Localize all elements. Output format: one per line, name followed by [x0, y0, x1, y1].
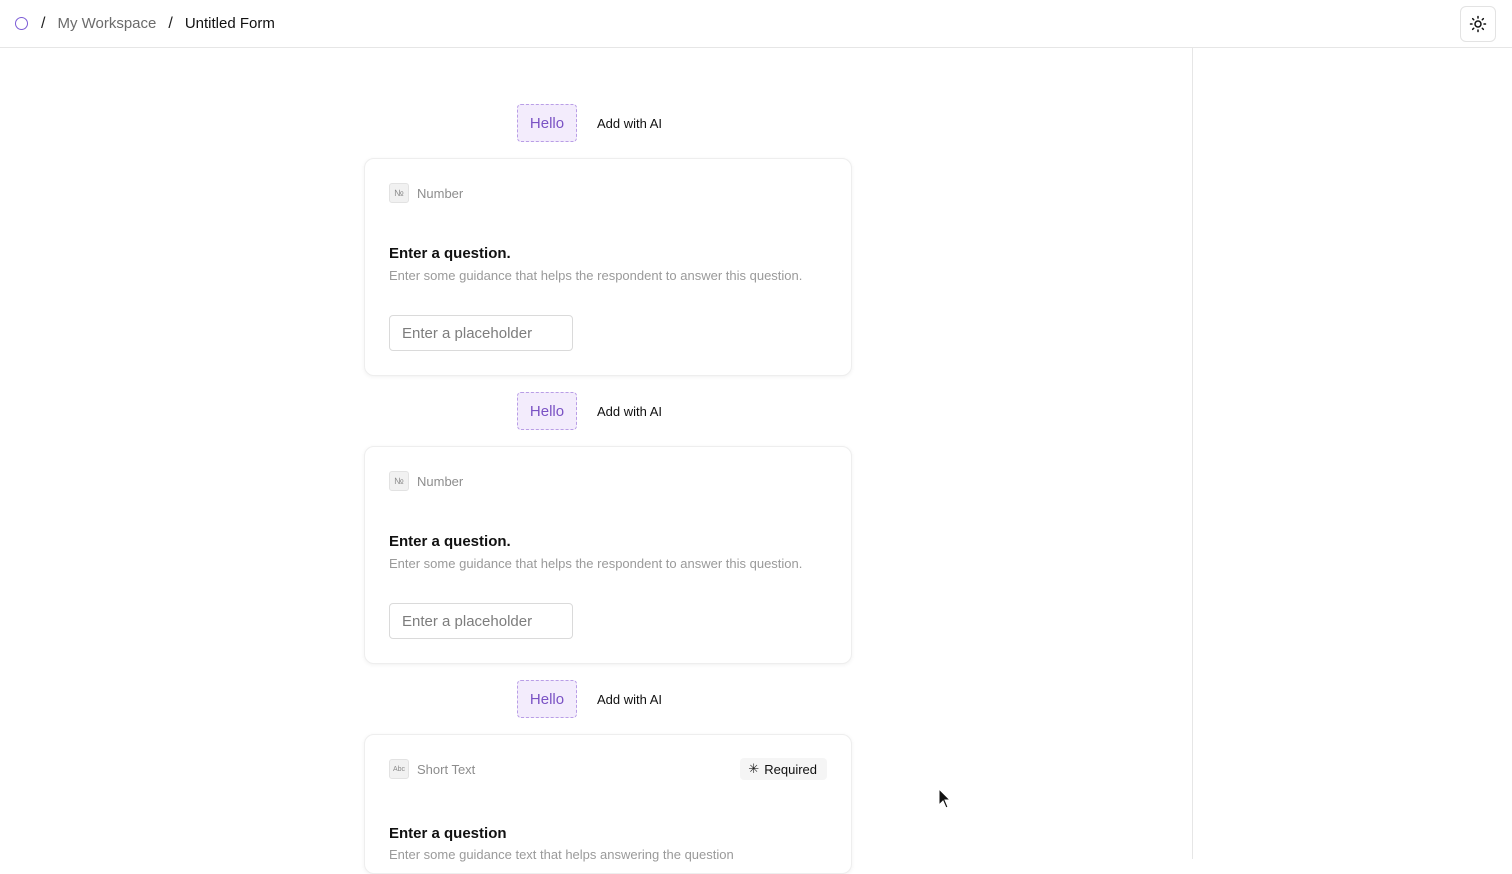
question-title[interactable]: Enter a question	[389, 825, 507, 842]
question-title[interactable]: Enter a question.	[389, 533, 511, 550]
breadcrumb-form-title[interactable]: Untitled Form	[185, 15, 275, 32]
short-text-type-icon: Abc	[389, 759, 409, 779]
question-type: № Number	[389, 471, 463, 491]
required-toggle[interactable]: ✳ Required	[740, 758, 827, 780]
question-type: № Number	[389, 183, 463, 203]
question-type-label: Short Text	[417, 761, 476, 777]
question-type: Abc Short Text	[389, 759, 475, 779]
top-bar: / My Workspace / Untitled Form	[0, 0, 1512, 48]
form-canvas: Hello Add with AI № Number Enter a quest…	[0, 48, 1192, 874]
breadcrumb-workspace[interactable]: My Workspace	[57, 15, 156, 32]
placeholder-input[interactable]: Enter a placeholder	[389, 315, 573, 351]
block-adder: Hello Add with AI	[517, 680, 662, 718]
number-type-icon: №	[389, 471, 409, 491]
asterisk-icon: ✳	[748, 761, 760, 776]
required-label: Required	[764, 761, 817, 777]
hello-block-button[interactable]: Hello	[517, 392, 577, 430]
hello-block-button[interactable]: Hello	[517, 104, 577, 142]
hello-block-button[interactable]: Hello	[517, 680, 577, 718]
sun-icon	[1469, 15, 1487, 33]
question-card-short-text[interactable]: Abc Short Text ✳ Required Enter a questi…	[364, 734, 852, 874]
add-with-ai-button[interactable]: Add with AI	[597, 692, 662, 707]
number-type-icon: №	[389, 183, 409, 203]
add-with-ai-button[interactable]: Add with AI	[597, 116, 662, 131]
question-card-number[interactable]: № Number Enter a question. Enter some gu…	[364, 446, 852, 664]
question-guidance[interactable]: Enter some guidance that helps the respo…	[389, 268, 802, 283]
breadcrumb-separator: /	[41, 14, 46, 32]
add-with-ai-button[interactable]: Add with AI	[597, 404, 662, 419]
question-title[interactable]: Enter a question.	[389, 245, 511, 262]
block-adder: Hello Add with AI	[517, 104, 662, 142]
question-guidance[interactable]: Enter some guidance that helps the respo…	[389, 556, 802, 571]
question-guidance[interactable]: Enter some guidance text that helps answ…	[389, 847, 734, 862]
theme-toggle-button[interactable]	[1460, 6, 1496, 42]
question-type-label: Number	[417, 473, 464, 489]
breadcrumb-separator: /	[168, 14, 173, 32]
placeholder-input[interactable]: Enter a placeholder	[389, 603, 573, 639]
question-type-label: Number	[417, 185, 464, 201]
block-adder: Hello Add with AI	[517, 392, 662, 430]
right-panel-divider	[1192, 48, 1193, 859]
question-card-number[interactable]: № Number Enter a question. Enter some gu…	[364, 158, 852, 376]
mouse-cursor-icon	[938, 788, 952, 809]
logo-icon[interactable]	[15, 17, 28, 30]
